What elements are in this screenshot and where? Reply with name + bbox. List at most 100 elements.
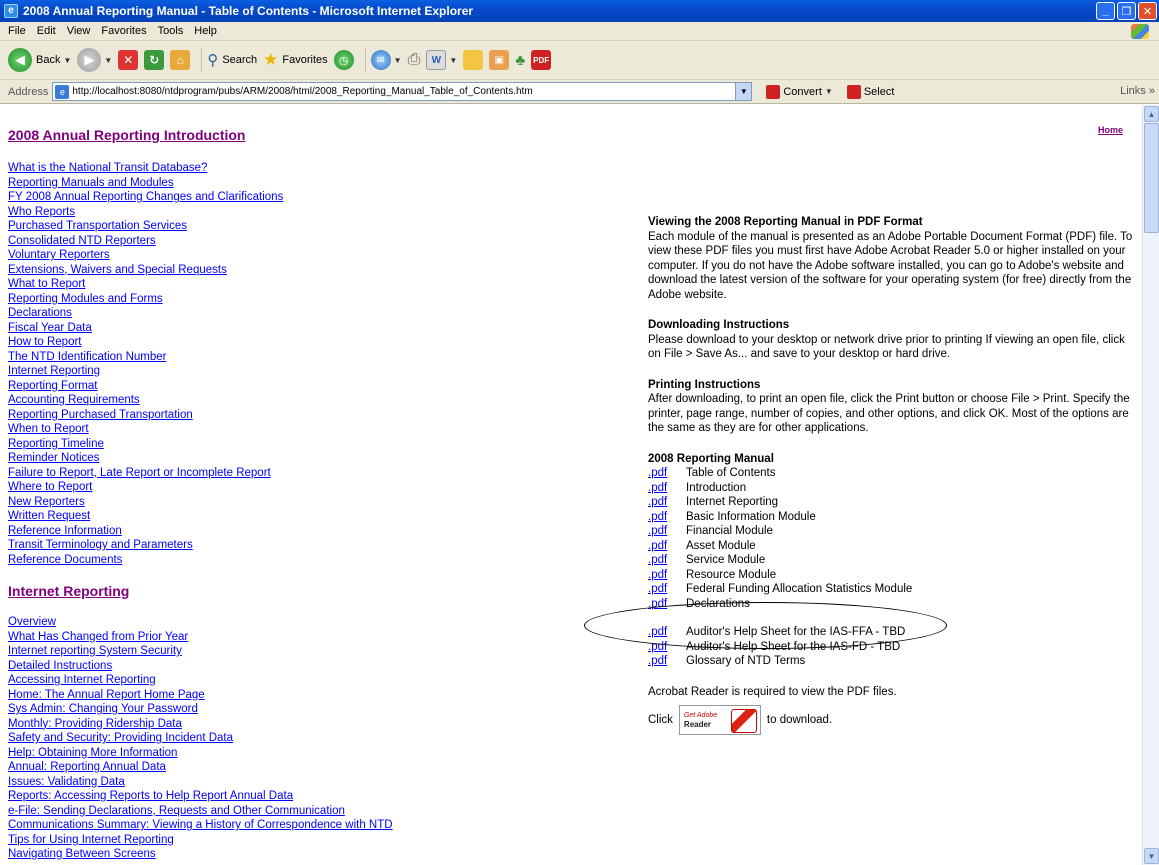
address-dropdown-icon[interactable]: ▼ bbox=[735, 83, 752, 100]
back-button[interactable]: ◀ Back ▼ bbox=[8, 48, 71, 72]
pdf-link-federal-funding-allocation-statistics-module[interactable]: .pdf bbox=[648, 582, 686, 597]
maximize-button[interactable]: ❐ bbox=[1117, 2, 1136, 20]
toc-link-written-request[interactable]: Written Request bbox=[8, 510, 90, 522]
minimize-button[interactable]: _ bbox=[1096, 2, 1115, 20]
menu-file[interactable]: File bbox=[8, 25, 26, 37]
pdf-link-auditor-s-help-sheet-for-the-ias-ffa-tbd[interactable]: .pdf bbox=[648, 625, 686, 640]
toc-link-consolidated-ntd-reporters[interactable]: Consolidated NTD Reporters bbox=[8, 235, 156, 247]
toc-link-sys-admin-changing-your-password[interactable]: Sys Admin: Changing Your Password bbox=[8, 703, 198, 715]
toc-link-overview[interactable]: Overview bbox=[8, 616, 56, 628]
edit-dropdown-icon[interactable]: ▼ bbox=[449, 56, 457, 65]
select-button[interactable]: Select bbox=[846, 84, 894, 99]
toc-link-reports-accessing-reports-to-help-report-annual-data[interactable]: Reports: Accessing Reports to Help Repor… bbox=[8, 790, 293, 802]
scroll-up-arrow-icon[interactable]: ▲ bbox=[1144, 106, 1159, 122]
print-button[interactable]: ⎙ bbox=[408, 51, 421, 69]
toc-link-fy-2008-annual-reporting-changes-and-clarifications[interactable]: FY 2008 Annual Reporting Changes and Cla… bbox=[8, 191, 283, 203]
pdf-link-introduction[interactable]: .pdf bbox=[648, 481, 686, 496]
toc-link-monthly-providing-ridership-data[interactable]: Monthly: Providing Ridership Data bbox=[8, 718, 182, 730]
internet-section-title[interactable]: Internet Reporting bbox=[8, 583, 129, 599]
toc-link-what-is-the-national-transit-database[interactable]: What is the National Transit Database? bbox=[8, 162, 207, 174]
toc-link-purchased-transportation-services[interactable]: Purchased Transportation Services bbox=[8, 220, 187, 232]
convert-dropdown-icon[interactable]: ▼ bbox=[825, 87, 833, 96]
folder-button[interactable] bbox=[463, 50, 484, 70]
menu-view[interactable]: View bbox=[67, 25, 91, 37]
toc-link-who-reports[interactable]: Who Reports bbox=[8, 206, 75, 218]
close-button[interactable]: ✕ bbox=[1138, 2, 1157, 20]
toc-link-reporting-purchased-transportation[interactable]: Reporting Purchased Transportation bbox=[8, 409, 193, 421]
intro-section-title[interactable]: 2008 Annual Reporting Introduction bbox=[8, 127, 246, 143]
research-button[interactable]: ▣ bbox=[489, 50, 510, 70]
favorites-button[interactable]: ★ Favorites bbox=[263, 50, 328, 70]
pdf-convert-button[interactable]: PDF bbox=[531, 50, 552, 70]
toc-link-reference-information[interactable]: Reference Information bbox=[8, 525, 122, 537]
toc-link-accessing-internet-reporting[interactable]: Accessing Internet Reporting bbox=[8, 674, 156, 686]
toc-link-what-has-changed-from-prior-year[interactable]: What Has Changed from Prior Year bbox=[8, 631, 188, 643]
toc-link-new-reporters[interactable]: New Reporters bbox=[8, 496, 85, 508]
toc-link-tips-for-using-internet-reporting[interactable]: Tips for Using Internet Reporting bbox=[8, 834, 174, 846]
pdf-link-internet-reporting[interactable]: .pdf bbox=[648, 495, 686, 510]
toc-link-the-ntd-identification-number[interactable]: The NTD Identification Number bbox=[8, 351, 167, 363]
toc-link-how-to-report[interactable]: How to Report bbox=[8, 336, 82, 348]
toc-link-communications-summary-viewing-a-history-of-correspondence-with-ntd[interactable]: Communications Summary: Viewing a Histor… bbox=[8, 819, 393, 831]
toc-link-reporting-format[interactable]: Reporting Format bbox=[8, 380, 97, 392]
back-dropdown-icon[interactable]: ▼ bbox=[63, 56, 71, 65]
toc-link-issues-validating-data[interactable]: Issues: Validating Data bbox=[8, 776, 125, 788]
toc-link-extensions-waivers-and-special-requests[interactable]: Extensions, Waivers and Special Requests bbox=[8, 264, 227, 276]
scroll-down-arrow-icon[interactable]: ▼ bbox=[1144, 848, 1159, 864]
toc-link-navigating-between-screens[interactable]: Navigating Between Screens bbox=[8, 848, 156, 860]
forward-button[interactable]: ▶ ▼ bbox=[77, 48, 112, 72]
address-input[interactable]: e http://localhost:8080/ntdprogram/pubs/… bbox=[52, 82, 753, 101]
toc-link-home-the-annual-report-home-page[interactable]: Home: The Annual Report Home Page bbox=[8, 689, 205, 701]
menu-tools[interactable]: Tools bbox=[158, 25, 184, 37]
toc-link-when-to-report[interactable]: When to Report bbox=[8, 423, 89, 435]
menu-favorites[interactable]: Favorites bbox=[101, 25, 146, 37]
toc-link-reference-documents[interactable]: Reference Documents bbox=[8, 554, 122, 566]
toc-link-voluntary-reporters[interactable]: Voluntary Reporters bbox=[8, 249, 110, 261]
mail-dropdown-icon[interactable]: ▼ bbox=[394, 56, 402, 65]
get-adobe-reader-button[interactable]: Get Adobe Reader bbox=[678, 705, 761, 735]
mail-button[interactable]: ✉ ▼ bbox=[370, 50, 402, 70]
toc-link-declarations[interactable]: Declarations bbox=[8, 307, 72, 319]
links-toolbar[interactable]: Links » bbox=[1120, 85, 1155, 97]
menu-edit[interactable]: Edit bbox=[37, 25, 56, 37]
pdf-link-financial-module[interactable]: .pdf bbox=[648, 524, 686, 539]
toc-link-fiscal-year-data[interactable]: Fiscal Year Data bbox=[8, 322, 92, 334]
toc-link-annual-reporting-annual-data[interactable]: Annual: Reporting Annual Data bbox=[8, 761, 166, 773]
edit-button[interactable]: W ▼ bbox=[426, 50, 457, 70]
home-button[interactable]: ⌂ bbox=[170, 50, 191, 70]
window-title-bar[interactable]: e 2008 Annual Reporting Manual - Table o… bbox=[0, 0, 1159, 22]
pdf-link-asset-module[interactable]: .pdf bbox=[648, 539, 686, 554]
pdf-link-declarations[interactable]: .pdf bbox=[648, 597, 686, 612]
toc-link-internet-reporting-system-security[interactable]: Internet reporting System Security bbox=[8, 645, 182, 657]
pdf-link-glossary-of-ntd-terms[interactable]: .pdf bbox=[648, 654, 686, 669]
history-button[interactable]: ◷ bbox=[333, 50, 354, 70]
toc-link-e-file-sending-declarations-requests-and-other-communication[interactable]: e-File: Sending Declarations, Requests a… bbox=[8, 805, 345, 817]
toc-link-safety-and-security-providing-incident-data[interactable]: Safety and Security: Providing Incident … bbox=[8, 732, 233, 744]
toc-link-what-to-report[interactable]: What to Report bbox=[8, 278, 85, 290]
toc-link-transit-terminology-and-parameters[interactable]: Transit Terminology and Parameters bbox=[8, 539, 193, 551]
toc-link-accounting-requirements[interactable]: Accounting Requirements bbox=[8, 394, 140, 406]
home-link[interactable]: Home bbox=[1098, 125, 1123, 135]
toc-link-failure-to-report-late-report-or-incomplete-report[interactable]: Failure to Report, Late Report or Incomp… bbox=[8, 467, 271, 479]
pdf-link-resource-module[interactable]: .pdf bbox=[648, 568, 686, 583]
toc-link-internet-reporting[interactable]: Internet Reporting bbox=[8, 365, 100, 377]
pdf-link-service-module[interactable]: .pdf bbox=[648, 553, 686, 568]
search-button[interactable]: ⚲ Search bbox=[207, 51, 257, 69]
menu-help[interactable]: Help bbox=[194, 25, 217, 37]
forward-dropdown-icon[interactable]: ▼ bbox=[104, 56, 112, 65]
scroll-thumb[interactable] bbox=[1144, 123, 1159, 233]
toc-link-reporting-timeline[interactable]: Reporting Timeline bbox=[8, 438, 104, 450]
convert-button[interactable]: Convert ▼ bbox=[766, 84, 833, 99]
toc-link-reminder-notices[interactable]: Reminder Notices bbox=[8, 452, 99, 464]
toc-link-help-obtaining-more-information[interactable]: Help: Obtaining More Information bbox=[8, 747, 177, 759]
pdf-link-table-of-contents[interactable]: .pdf bbox=[648, 466, 686, 481]
toc-link-reporting-manuals-and-modules[interactable]: Reporting Manuals and Modules bbox=[8, 177, 174, 189]
pdf-link-auditor-s-help-sheet-for-the-ias-fd-tbd[interactable]: .pdf bbox=[648, 640, 686, 655]
vertical-scrollbar[interactable]: ▲ ▼ bbox=[1142, 105, 1159, 865]
toc-link-reporting-modules-and-forms[interactable]: Reporting Modules and Forms bbox=[8, 293, 163, 305]
toc-link-detailed-instructions[interactable]: Detailed Instructions bbox=[8, 660, 112, 672]
stop-button[interactable]: ✕ bbox=[118, 50, 139, 70]
toc-link-where-to-report[interactable]: Where to Report bbox=[8, 481, 92, 493]
messenger-button[interactable]: ♣ bbox=[515, 52, 525, 69]
refresh-button[interactable]: ↻ bbox=[144, 50, 165, 70]
